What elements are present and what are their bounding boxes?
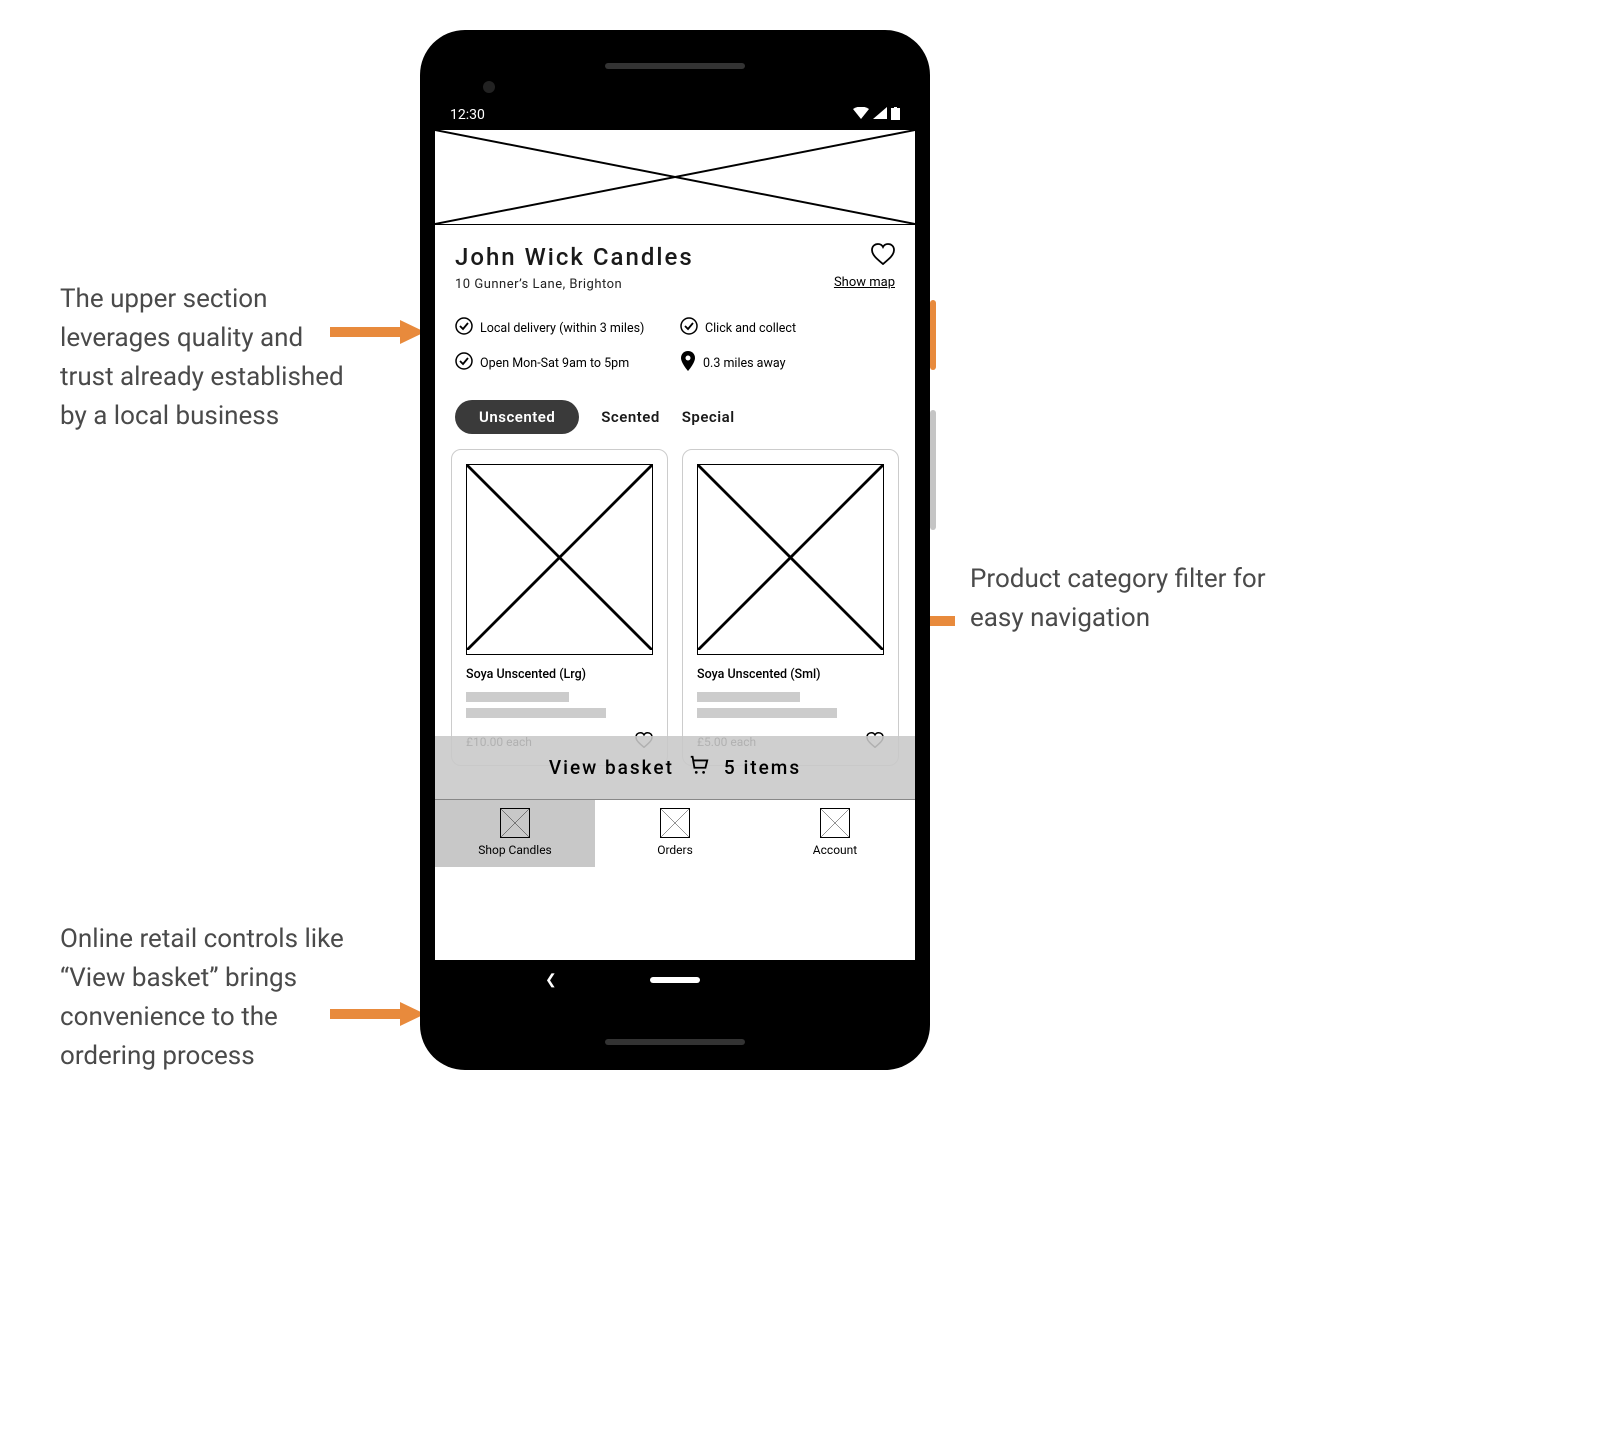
category-tabs: Unscented Scented Special — [435, 390, 915, 449]
bottom-nav: Shop Candles Orders Account — [435, 799, 915, 867]
annotation-filter: Product category filter for easy navigat… — [970, 560, 1270, 638]
shop-title: John Wick Candles — [455, 243, 694, 271]
battery-icon — [891, 107, 900, 124]
nav-icon-placeholder — [820, 808, 850, 838]
home-pill-icon[interactable] — [650, 977, 700, 983]
nav-icon-placeholder — [500, 808, 530, 838]
signal-icon — [873, 107, 887, 123]
back-icon[interactable]: ❮ — [545, 972, 557, 988]
pin-icon — [680, 351, 696, 375]
arrow-icon — [330, 318, 425, 346]
phone-mockup: 12:30 — [420, 30, 930, 1070]
power-button — [930, 300, 936, 370]
speaker-icon — [605, 1039, 745, 1045]
status-time: 12:30 — [450, 107, 485, 123]
product-grid: Soya Unscented (Lrg) £10.00 each — [435, 449, 915, 766]
info-click-collect: Click and collect — [680, 317, 895, 339]
product-image-placeholder — [697, 464, 884, 655]
shop-info: Local delivery (within 3 miles) Click an… — [435, 302, 915, 390]
nav-account[interactable]: Account — [755, 800, 915, 867]
product-card[interactable]: Soya Unscented (Lrg) £10.00 each — [451, 449, 668, 766]
volume-button — [930, 410, 936, 530]
speaker-icon — [605, 63, 745, 69]
show-map-link[interactable]: Show map — [834, 275, 895, 290]
info-distance: 0.3 miles away — [680, 351, 895, 375]
wifi-icon — [853, 107, 869, 123]
android-nav-bar: ❮ — [435, 960, 915, 1000]
check-icon — [455, 352, 473, 374]
basket-label: View basket — [549, 756, 674, 779]
check-icon — [680, 317, 698, 339]
product-image-placeholder — [466, 464, 653, 655]
tab-unscented[interactable]: Unscented — [455, 400, 579, 434]
status-bar: 12:30 — [435, 100, 915, 130]
placeholder-text — [466, 692, 653, 718]
nav-icon-placeholder — [660, 808, 690, 838]
annotation-upper: The upper section leverages quality and … — [60, 280, 360, 436]
product-name: Soya Unscented (Lrg) — [466, 667, 653, 682]
nav-orders[interactable]: Orders — [595, 800, 755, 867]
shop-header: John Wick Candles 10 Gunner’s Lane, Brig… — [435, 225, 915, 302]
info-hours: Open Mon-Sat 9am to 5pm — [455, 351, 670, 375]
annotation-basket: Online retail controls like “View basket… — [60, 920, 360, 1076]
shop-address: 10 Gunner’s Lane, Brighton — [455, 277, 694, 292]
tab-special[interactable]: Special — [682, 408, 735, 426]
product-card[interactable]: Soya Unscented (Sml) £5.00 each — [682, 449, 899, 766]
nav-shop[interactable]: Shop Candles — [435, 800, 595, 867]
basket-count: 5 items — [724, 756, 801, 779]
placeholder-text — [697, 692, 884, 718]
tab-scented[interactable]: Scented — [601, 408, 659, 426]
camera-icon — [483, 81, 495, 93]
product-name: Soya Unscented (Sml) — [697, 667, 884, 682]
arrow-icon — [330, 1000, 425, 1028]
cart-icon — [688, 754, 710, 781]
heart-icon[interactable] — [871, 250, 895, 269]
view-basket-bar[interactable]: View basket 5 items — [435, 736, 915, 799]
info-delivery: Local delivery (within 3 miles) — [455, 317, 670, 339]
hero-image-placeholder — [435, 130, 915, 225]
check-icon — [455, 317, 473, 339]
